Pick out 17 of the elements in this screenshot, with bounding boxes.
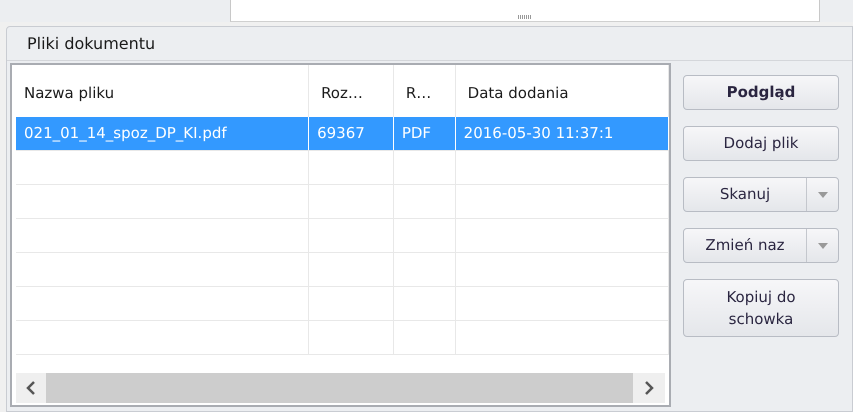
split-button[interactable]: Zmień naz — [683, 228, 839, 263]
action-button[interactable]: Dodaj plik — [683, 126, 839, 161]
splitter-grip-icon[interactable] — [518, 15, 532, 19]
split-button-label[interactable]: Skanuj — [684, 178, 807, 211]
split-button[interactable]: Skanuj — [683, 177, 839, 212]
table-cell: 021_01_14_spoz_DP_KI.pdf — [16, 117, 310, 150]
table-cell: 69367 — [309, 117, 394, 150]
scroll-left-icon[interactable] — [25, 381, 37, 395]
table-cell: PDF — [394, 117, 456, 150]
scroll-right-icon[interactable] — [643, 381, 655, 395]
table-cell: 2016-05-30 11:37:1 — [456, 117, 669, 150]
split-button-label[interactable]: Zmień naz — [684, 229, 807, 262]
action-button[interactable]: Kopiuj do schowka — [683, 279, 839, 337]
group-title: Pliki dokumentu — [27, 32, 156, 54]
dropdown-caret-icon[interactable] — [818, 192, 828, 198]
action-button[interactable]: Podgląd — [683, 75, 839, 110]
dropdown-caret-icon[interactable] — [818, 242, 828, 248]
